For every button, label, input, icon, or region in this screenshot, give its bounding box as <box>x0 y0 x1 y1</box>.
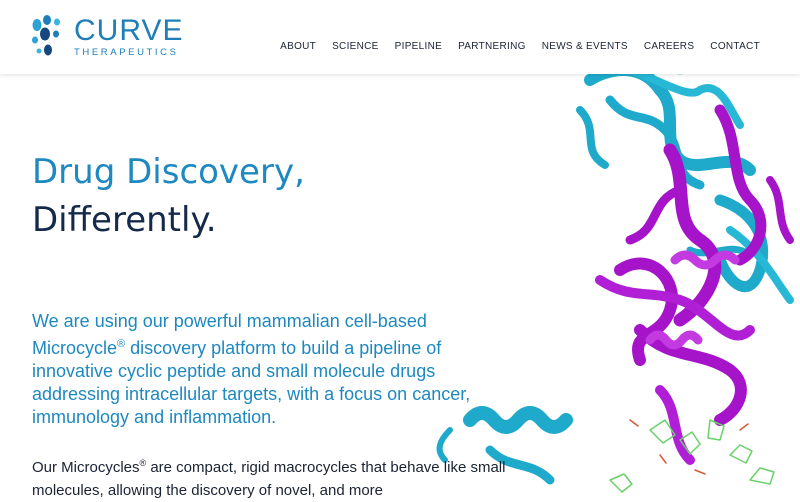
body-paragraph: Our Microcycles® are compact, rigid macr… <box>32 452 512 502</box>
main-nav: ABOUT SCIENCE PIPELINE PARTNERING NEWS &… <box>272 40 760 54</box>
nav-science[interactable]: SCIENCE <box>324 40 387 54</box>
brand-name: CURVE <box>74 14 184 47</box>
logo-dots-icon <box>32 15 60 56</box>
site-header: CURVE THERAPEUTICS ABOUT SCIENCE PIPELIN… <box>0 0 800 74</box>
nav-careers[interactable]: CAREERS <box>636 40 702 54</box>
registered-mark: ® <box>117 338 126 350</box>
intro-paragraph: We are using our powerful mammalian cell… <box>32 310 512 429</box>
nav-about[interactable]: ABOUT <box>272 40 324 54</box>
body-text-1: Our Microcycles <box>32 459 140 476</box>
brand-logo[interactable]: CURVE THERAPEUTICS <box>30 14 184 64</box>
brand-subtitle: THERAPEUTICS <box>74 47 179 58</box>
nav-news-events[interactable]: NEWS & EVENTS <box>534 40 636 54</box>
hero-title-line2: Differently. <box>32 200 217 240</box>
nav-contact[interactable]: CONTACT <box>702 40 760 54</box>
hero-title-line1: Drug Discovery, <box>32 152 305 192</box>
hero-title: Drug Discovery, Differently. <box>32 148 305 244</box>
nav-partnering[interactable]: PARTNERING <box>450 40 534 54</box>
nav-pipeline[interactable]: PIPELINE <box>387 40 450 54</box>
